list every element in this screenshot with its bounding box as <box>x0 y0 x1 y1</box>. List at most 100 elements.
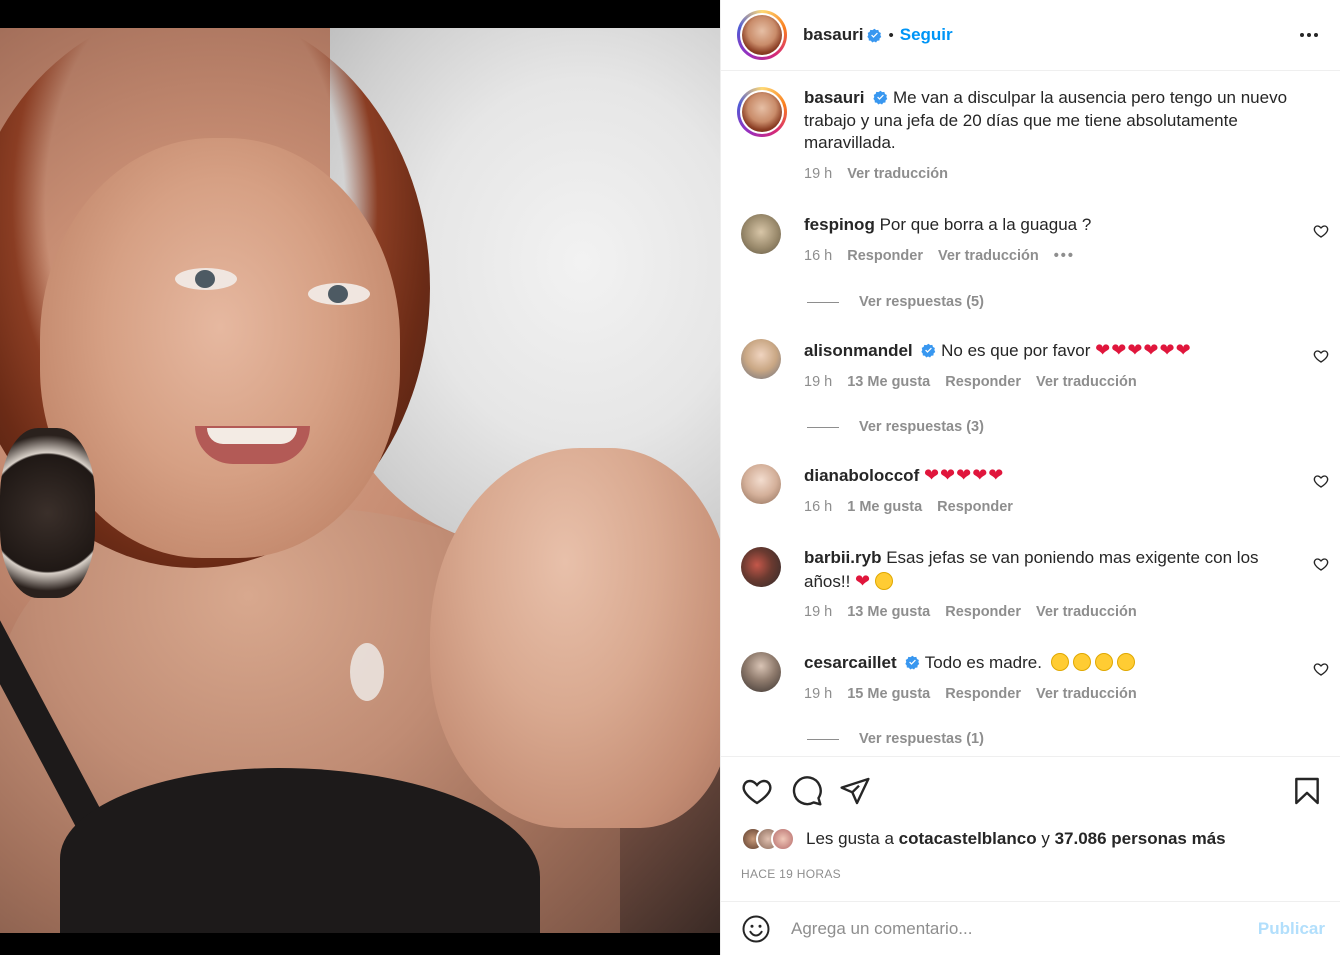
follow-button[interactable]: Seguir <box>900 25 953 45</box>
comment-text: Todo es madre. <box>924 653 1042 672</box>
add-comment-bar: Publicar <box>721 901 1340 955</box>
comments-list[interactable]: basauri Me van a disculpar la ausencia p… <box>721 71 1340 756</box>
caption-username[interactable]: basauri <box>804 88 864 107</box>
comment-time: 19 h <box>804 685 833 702</box>
comment-like-icon[interactable] <box>1313 661 1329 677</box>
comment-text: No es que por favor <box>941 341 1091 360</box>
comment-item: dianaboloccof ❤❤❤❤❤ 16 h 1 Me gusta Resp… <box>721 464 1340 518</box>
commenter-avatar[interactable] <box>741 214 781 254</box>
likes-and: y <box>1041 829 1050 848</box>
likes-count-link[interactable]: 37.086 personas más <box>1055 829 1226 848</box>
photo-eye-right <box>308 283 370 305</box>
share-send-icon[interactable] <box>839 775 871 807</box>
comment-reply-button[interactable]: Responder <box>945 683 1021 706</box>
comment-hearts: ❤❤❤❤❤ <box>923 465 1005 485</box>
comment-likes[interactable]: 13 Me gusta <box>847 601 930 624</box>
comment-username[interactable]: cesarcaillet <box>804 653 897 672</box>
verified-badge-icon <box>867 28 882 42</box>
photo-baby <box>430 448 720 828</box>
view-replies-label[interactable]: Ver respuestas (5) <box>859 294 984 310</box>
caption-avatar[interactable] <box>737 87 787 137</box>
header-separator: • <box>888 26 894 44</box>
save-bookmark-icon[interactable] <box>1291 775 1323 807</box>
commenter-avatar[interactable] <box>741 464 781 504</box>
view-replies-label[interactable]: Ver respuestas (1) <box>859 731 984 747</box>
replies-divider <box>807 738 839 740</box>
comment-reply-button[interactable]: Responder <box>937 496 1013 519</box>
comment-time: 16 h <box>804 498 833 515</box>
emoji-picker-icon[interactable] <box>741 914 771 944</box>
comment-username[interactable]: dianaboloccof <box>804 466 919 485</box>
kiss-emoji-icon <box>1072 653 1091 671</box>
action-icons <box>739 775 1323 807</box>
wink-emoji-icon <box>1050 653 1069 671</box>
comment-text: Por que borra a la guagua ? <box>879 215 1092 234</box>
comment-translate-link[interactable]: Ver traducción <box>1036 601 1137 624</box>
comment-reply-button[interactable]: Responder <box>945 371 1021 394</box>
comment-reply-button[interactable]: Responder <box>847 245 923 268</box>
view-replies-button[interactable]: Ver respuestas (3) <box>807 419 984 435</box>
post-caption: basauri Me van a disculpar la ausencia p… <box>721 71 1340 185</box>
photo-scrunchie <box>0 428 95 598</box>
like-heart-icon[interactable] <box>741 775 773 807</box>
comment-item: cesarcaillet Todo es madre. 19 h 15 Me g… <box>721 652 1340 705</box>
comment-translate-link[interactable]: Ver traducción <box>1036 371 1137 394</box>
comment-item: alisonmandel No es que por favor ❤❤❤❤❤❤ … <box>721 339 1340 393</box>
comment-translate-link[interactable]: Ver traducción <box>1036 683 1137 706</box>
comment-time: 19 h <box>804 604 833 620</box>
photo-eye-left <box>175 268 237 290</box>
kiss-emoji-icon <box>1094 653 1113 671</box>
comment-like-icon[interactable] <box>1313 348 1329 364</box>
comment-like-icon[interactable] <box>1313 473 1329 489</box>
verified-badge-icon <box>873 90 888 105</box>
author-avatar[interactable] <box>737 10 787 60</box>
caption-translate-link[interactable]: Ver traducción <box>847 163 948 186</box>
comment-hearts: ❤ <box>855 570 872 591</box>
author-username[interactable]: basauri <box>803 25 863 45</box>
post-timestamp[interactable]: HACE 19 HORAS <box>741 867 841 881</box>
post-actions: Les gusta a cotacastelblanco y 37.086 pe… <box>721 756 1340 901</box>
comment-likes[interactable]: 13 Me gusta <box>847 371 930 394</box>
commenter-avatar[interactable] <box>741 339 781 379</box>
view-replies-button[interactable]: Ver respuestas (1) <box>807 731 984 747</box>
comment-username[interactable]: alisonmandel <box>804 341 913 360</box>
commenter-avatar[interactable] <box>741 547 781 587</box>
verified-badge-icon <box>921 343 936 358</box>
likes-summary: Les gusta a cotacastelblanco y 37.086 pe… <box>741 827 1226 851</box>
post-side-panel: basauri • Seguir basauri Me van a discul… <box>720 0 1340 955</box>
verified-badge-icon <box>905 655 920 670</box>
comment-item: barbii.ryb Esas jefas se van poniendo ma… <box>721 547 1340 624</box>
comment-username[interactable]: barbii.ryb <box>804 548 881 567</box>
publish-button[interactable]: Publicar <box>1258 919 1325 939</box>
comment-like-icon[interactable] <box>1313 223 1329 239</box>
kiss-emoji-icon <box>1116 653 1135 671</box>
replies-divider <box>807 426 839 428</box>
comment-time: 16 h <box>804 247 833 264</box>
more-options-icon[interactable] <box>1294 33 1324 37</box>
comment-input[interactable] <box>791 918 1258 939</box>
post-media[interactable] <box>0 0 720 955</box>
comment-likes[interactable]: 1 Me gusta <box>847 496 922 519</box>
laughing-emoji-icon <box>875 571 894 590</box>
view-replies-button[interactable]: Ver respuestas (5) <box>807 294 984 310</box>
comment-time: 19 h <box>804 373 833 390</box>
comment-username[interactable]: fespinog <box>804 215 875 234</box>
comment-reply-button[interactable]: Responder <box>945 601 1021 624</box>
photo-pendant <box>350 643 384 701</box>
instagram-post: basauri • Seguir basauri Me van a discul… <box>0 0 1340 955</box>
liker-avatar <box>771 827 795 851</box>
comment-item: fespinog Por que borra a la guagua ? 16 … <box>721 214 1340 267</box>
likes-user-link[interactable]: cotacastelblanco <box>899 829 1037 848</box>
post-photo[interactable] <box>0 28 720 933</box>
likes-prefix: Les gusta a <box>806 829 894 848</box>
comment-more-icon[interactable]: ••• <box>1054 245 1075 268</box>
comment-like-icon[interactable] <box>1313 556 1329 572</box>
comment-likes[interactable]: 15 Me gusta <box>847 683 930 706</box>
commenter-avatar[interactable] <box>741 652 781 692</box>
caption-time: 19 h <box>804 165 833 182</box>
replies-divider <box>807 301 839 303</box>
comment-hearts: ❤❤❤❤❤❤ <box>1095 340 1192 360</box>
view-replies-label[interactable]: Ver respuestas (3) <box>859 419 984 435</box>
comment-bubble-icon[interactable] <box>791 775 823 807</box>
comment-translate-link[interactable]: Ver traducción <box>938 245 1039 268</box>
